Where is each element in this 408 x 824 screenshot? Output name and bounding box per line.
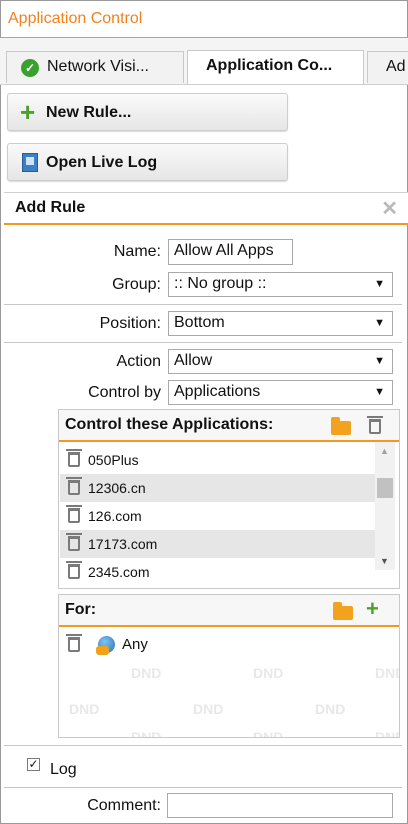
add-rule-panel-header: Add Rule ✕ bbox=[4, 192, 408, 225]
list-item[interactable]: 2345.com bbox=[60, 558, 376, 586]
for-item-name: Any bbox=[122, 636, 148, 653]
list-item[interactable]: Any bbox=[60, 631, 396, 659]
plus-icon: + bbox=[20, 97, 36, 127]
dnd-watermark: DND bbox=[253, 729, 284, 738]
applications-box: Control these Applications: 050Plus 1230… bbox=[58, 409, 400, 589]
dropdown-arrow-icon: ▼ bbox=[374, 355, 385, 367]
applications-scrollbar[interactable]: ▲ ▼ bbox=[375, 442, 395, 570]
tab-label: Ad bbox=[386, 58, 406, 75]
trash-icon[interactable] bbox=[66, 449, 82, 467]
name-value: Allow All Apps bbox=[174, 242, 274, 259]
dnd-watermark: DND bbox=[315, 701, 346, 717]
tab-network-visibility[interactable]: ✓ Network Visi... bbox=[6, 51, 184, 83]
action-value: Allow bbox=[174, 352, 213, 369]
comment-input[interactable] bbox=[167, 793, 393, 818]
tab-bar: ✓ Network Visi... Application Co... Ad bbox=[0, 38, 408, 85]
for-box: For: + DND DND DND DND DND DND DND DND D… bbox=[58, 594, 400, 738]
for-box-header: For: + bbox=[59, 595, 399, 627]
dnd-watermark: DND bbox=[193, 701, 224, 717]
divider bbox=[4, 304, 402, 305]
control-by-label: Control by bbox=[88, 384, 161, 401]
live-log-icon bbox=[22, 153, 38, 172]
divider bbox=[4, 342, 402, 343]
panel-title: Add Rule bbox=[15, 199, 86, 216]
dnd-watermark: DND bbox=[131, 729, 162, 738]
applications-box-title: Control these Applications: bbox=[65, 416, 274, 433]
tab-label: Application Co... bbox=[206, 57, 333, 74]
tab-label: Network Visi... bbox=[47, 58, 149, 75]
trash-icon[interactable] bbox=[66, 561, 82, 579]
position-value: Bottom bbox=[174, 314, 225, 331]
app-name: 050Plus bbox=[88, 452, 139, 468]
for-box-title: For: bbox=[65, 601, 97, 618]
new-rule-button[interactable]: + New Rule... bbox=[7, 93, 288, 131]
group-label: Group: bbox=[112, 276, 161, 293]
trash-icon[interactable] bbox=[367, 416, 383, 434]
globe-user-icon bbox=[96, 636, 115, 655]
new-rule-label: New Rule... bbox=[46, 104, 132, 121]
comment-label: Comment: bbox=[87, 797, 161, 814]
app-name: 126.com bbox=[88, 508, 142, 524]
list-item[interactable]: 126.com bbox=[60, 502, 376, 530]
dropdown-arrow-icon: ▼ bbox=[374, 278, 385, 290]
trash-icon[interactable] bbox=[66, 533, 82, 551]
dnd-watermark: DND bbox=[253, 665, 284, 681]
folder-icon[interactable] bbox=[333, 602, 353, 620]
close-icon[interactable]: ✕ bbox=[381, 196, 398, 221]
applications-box-header: Control these Applications: bbox=[59, 410, 399, 442]
folder-icon[interactable] bbox=[331, 417, 351, 435]
action-label: Action bbox=[116, 353, 161, 370]
trash-icon[interactable] bbox=[66, 634, 82, 652]
trash-icon[interactable] bbox=[66, 505, 82, 523]
tab-application-control[interactable]: Application Co... bbox=[187, 50, 364, 84]
name-input[interactable]: Allow All Apps bbox=[168, 239, 293, 265]
app-name: 17173.com bbox=[88, 536, 158, 552]
divider bbox=[4, 787, 402, 788]
list-item[interactable]: 12306.cn bbox=[60, 474, 376, 502]
log-label: Log bbox=[50, 761, 77, 778]
trash-icon[interactable] bbox=[66, 477, 82, 495]
scroll-thumb[interactable] bbox=[377, 478, 393, 498]
open-live-log-button[interactable]: Open Live Log bbox=[7, 143, 288, 181]
dropdown-arrow-icon: ▼ bbox=[374, 386, 385, 398]
dropdown-arrow-icon: ▼ bbox=[374, 317, 385, 329]
app-name: 12306.cn bbox=[88, 480, 146, 496]
open-live-log-label: Open Live Log bbox=[46, 154, 158, 171]
log-checkbox[interactable]: ✓ bbox=[27, 758, 40, 771]
title-bar: Application Control bbox=[1, 1, 407, 39]
window-title: Application Control bbox=[8, 10, 143, 27]
name-label: Name: bbox=[113, 243, 161, 260]
dnd-watermark: DND bbox=[375, 665, 399, 681]
scroll-up-icon[interactable]: ▲ bbox=[380, 446, 389, 456]
check-circle-icon: ✓ bbox=[21, 59, 39, 77]
dnd-watermark: DND bbox=[131, 665, 162, 681]
control-by-value: Applications bbox=[174, 383, 261, 400]
list-item[interactable]: 050Plus bbox=[60, 446, 376, 474]
divider bbox=[4, 745, 402, 746]
list-item[interactable]: 17173.com bbox=[60, 530, 376, 558]
tab-additional[interactable]: Ad bbox=[367, 51, 408, 83]
dnd-watermark: DND bbox=[69, 701, 100, 717]
add-icon[interactable]: + bbox=[366, 598, 379, 620]
control-by-select[interactable]: Applications ▼ bbox=[168, 380, 393, 405]
group-select[interactable]: :: No group :: ▼ bbox=[168, 272, 393, 297]
position-label: Position: bbox=[99, 315, 161, 332]
app-name: 2345.com bbox=[88, 564, 150, 580]
group-value: :: No group :: bbox=[174, 275, 267, 292]
position-select[interactable]: Bottom ▼ bbox=[168, 311, 393, 336]
scroll-down-icon[interactable]: ▼ bbox=[380, 556, 389, 566]
action-select[interactable]: Allow ▼ bbox=[168, 349, 393, 374]
dnd-watermark: DND bbox=[375, 729, 399, 738]
